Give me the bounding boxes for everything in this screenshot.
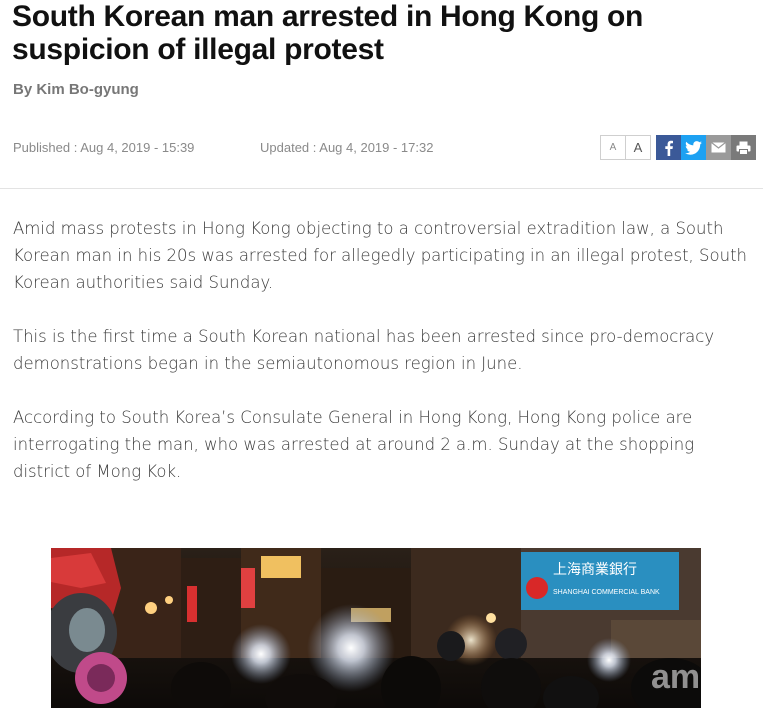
updated-date: Updated : Aug 4, 2019 - 17:32 <box>260 140 434 155</box>
article-headline: South Korean man arrested in Hong Kong o… <box>12 0 644 66</box>
twitter-icon <box>685 140 702 155</box>
print-icon <box>736 141 751 155</box>
font-size-decrease-button[interactable]: A <box>600 135 626 160</box>
header-divider <box>0 188 763 189</box>
bank-sign-english: SHANGHAI COMMERCIAL BANK <box>553 589 660 596</box>
article-toolbar: A A <box>600 135 756 160</box>
twitter-share-button[interactable] <box>681 135 706 160</box>
article-paragraph: Amid mass protests in Hong Kong objectin… <box>13 219 747 292</box>
photo-watermark: am730 <box>651 658 701 696</box>
facebook-share-button[interactable] <box>656 135 681 160</box>
email-icon <box>711 142 726 153</box>
published-date: Published : Aug 4, 2019 - 15:39 <box>13 140 195 155</box>
article-paragraph: According to South Korea’s Consulate Gen… <box>13 408 695 481</box>
facebook-icon <box>664 140 673 156</box>
print-button[interactable] <box>731 135 756 160</box>
article-photo: 上海商業銀行 SHANGHAI COMMERCIAL BANK am730 <box>51 548 701 708</box>
email-share-button[interactable] <box>706 135 731 160</box>
font-size-increase-button[interactable]: A <box>625 135 651 160</box>
article-byline[interactable]: By Kim Bo-gyung <box>13 81 139 98</box>
protest-photo-illustration: 上海商業銀行 SHANGHAI COMMERCIAL BANK am730 <box>51 548 701 708</box>
bank-sign-chinese: 上海商業銀行 <box>553 562 637 578</box>
article-paragraph: This is the first time a South Korean na… <box>13 327 715 373</box>
